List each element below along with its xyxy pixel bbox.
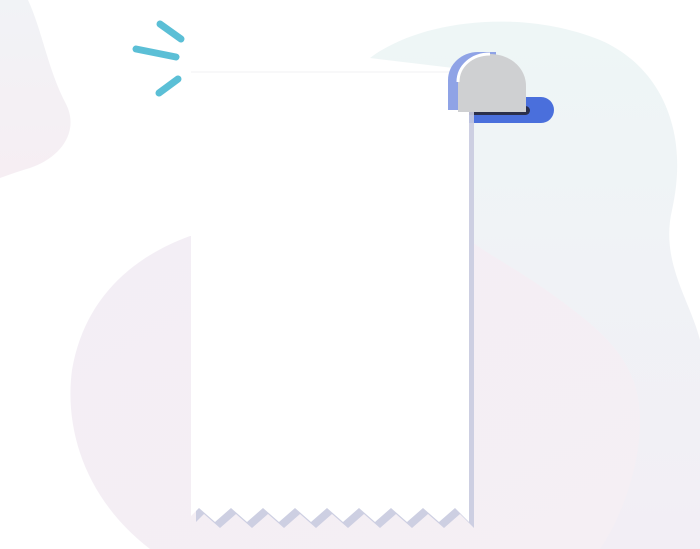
receipt-paper: [191, 72, 469, 522]
spark-line-middle: [132, 45, 180, 61]
empty-receipt-illustration: [0, 0, 700, 549]
illustration-canvas: [0, 0, 700, 549]
spark-line-top: [156, 20, 185, 43]
sparkle-lines-icon: [132, 20, 185, 97]
spark-line-bottom: [155, 75, 182, 97]
background-blob-left: [0, 0, 71, 178]
